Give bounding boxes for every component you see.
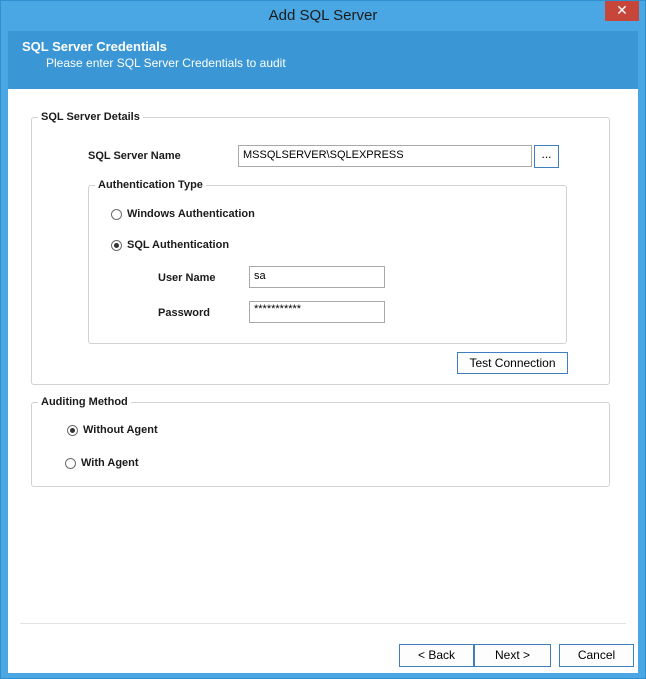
test-connection-button[interactable]: Test Connection [457,352,568,374]
dialog-body: SQL Server Credentials Please enter SQL … [8,31,638,673]
banner-subtitle: Please enter SQL Server Credentials to a… [46,56,286,70]
next-button[interactable]: Next > [474,644,551,667]
footer-divider [20,623,626,624]
with-agent-label: With Agent [81,457,139,469]
server-name-label: SQL Server Name [88,150,181,162]
sql-auth-label: SQL Authentication [127,239,230,251]
title-bar: Add SQL Server ✕ [1,1,645,31]
server-name-input[interactable]: MSSQLSERVER\SQLEXPRESS [238,145,532,167]
windows-auth-label: Windows Authentication [127,208,255,220]
without-agent-radio-circle[interactable] [67,425,78,436]
windows-auth-radio-circle[interactable] [111,209,122,220]
browse-server-button[interactable]: ... [534,145,559,168]
password-input[interactable]: *********** [249,301,385,323]
without-agent-label: Without Agent [83,424,158,436]
auditing-method-label: Auditing Method [38,395,131,409]
auditing-method-group: Auditing Method [31,395,610,487]
sql-server-details-label: SQL Server Details [38,110,143,124]
window-title: Add SQL Server [268,7,378,24]
banner-title: SQL Server Credentials [22,39,167,54]
without-agent-radio[interactable]: Without Agent [67,424,177,438]
authentication-type-label: Authentication Type [95,178,206,192]
with-agent-radio-circle[interactable] [65,458,76,469]
cancel-button[interactable]: Cancel [559,644,634,667]
windows-auth-radio[interactable]: Windows Authentication [111,208,271,222]
back-button[interactable]: < Back [399,644,474,667]
with-agent-radio[interactable]: With Agent [65,457,165,471]
add-sql-server-window: Add SQL Server ✕ SQL Server Credentials … [0,0,646,679]
header-banner: SQL Server Credentials Please enter SQL … [8,31,638,89]
password-label: Password [158,307,210,319]
close-icon[interactable]: ✕ [605,1,639,21]
sql-auth-radio-circle[interactable] [111,240,122,251]
username-label: User Name [158,272,216,284]
sql-auth-radio[interactable]: SQL Authentication [111,239,251,253]
username-input[interactable]: sa [249,266,385,288]
